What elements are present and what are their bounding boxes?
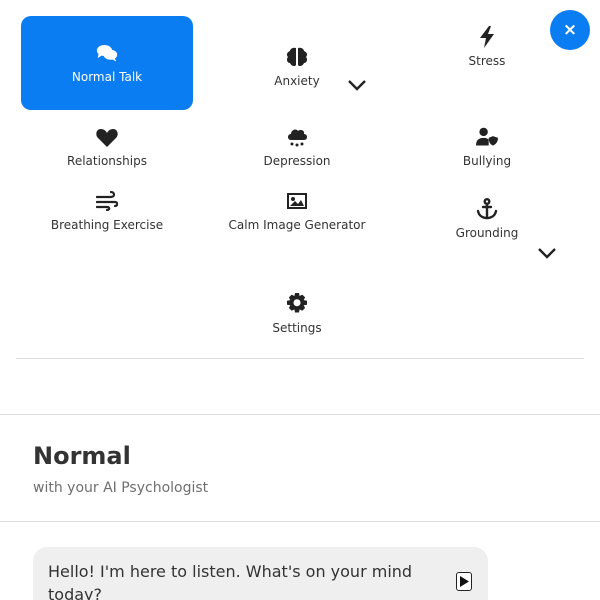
menu-item-label: Breathing Exercise [50,218,164,232]
play-icon [459,576,469,587]
menu-item-calm-image-generator[interactable]: Calm Image Generator [211,164,383,258]
section-divider [0,414,600,415]
image-icon [286,190,308,212]
chevron-down-icon[interactable] [537,244,557,259]
rain-cloud-icon [286,126,308,148]
menu-item-stress[interactable]: Stress [401,0,573,94]
chevron-down-icon[interactable] [347,76,367,91]
menu-item-settings[interactable]: Settings [211,267,383,361]
play-audio-button[interactable] [456,572,472,591]
assistant-message-bubble: Hello! I'm here to listen. What's on you… [33,547,488,600]
lightning-bolt-icon [476,26,498,48]
chat-subtitle: with your AI Psychologist [33,480,209,496]
menu-item-label: Anxiety [274,74,320,88]
user-shield-icon [476,126,498,148]
menu-divider [16,358,584,359]
close-icon: × [562,20,578,40]
menu-item-normal-talk[interactable]: Normal Talk [21,16,193,110]
chat-title: Normal [33,442,131,470]
topic-menu: Normal Talk Anxiety Stress Relationships [0,0,600,360]
brain-icon [286,46,308,68]
heart-icon [96,126,118,148]
message-text: Hello! I'm here to listen. What's on you… [48,562,413,600]
chat-bubbles-icon [96,42,118,64]
menu-item-label: Grounding [455,226,519,240]
menu-item-label: Stress [468,54,506,68]
wind-icon [96,190,118,212]
menu-item-label: Settings [272,321,322,335]
anchor-icon [476,198,498,220]
menu-item-breathing-exercise[interactable]: Breathing Exercise [21,164,193,258]
menu-item-label: Normal Talk [71,70,143,84]
header-divider [0,521,600,522]
gear-icon [286,293,308,315]
close-button[interactable]: × [550,10,590,50]
menu-item-label: Bullying [462,154,512,168]
menu-item-label: Calm Image Generator [228,218,366,232]
